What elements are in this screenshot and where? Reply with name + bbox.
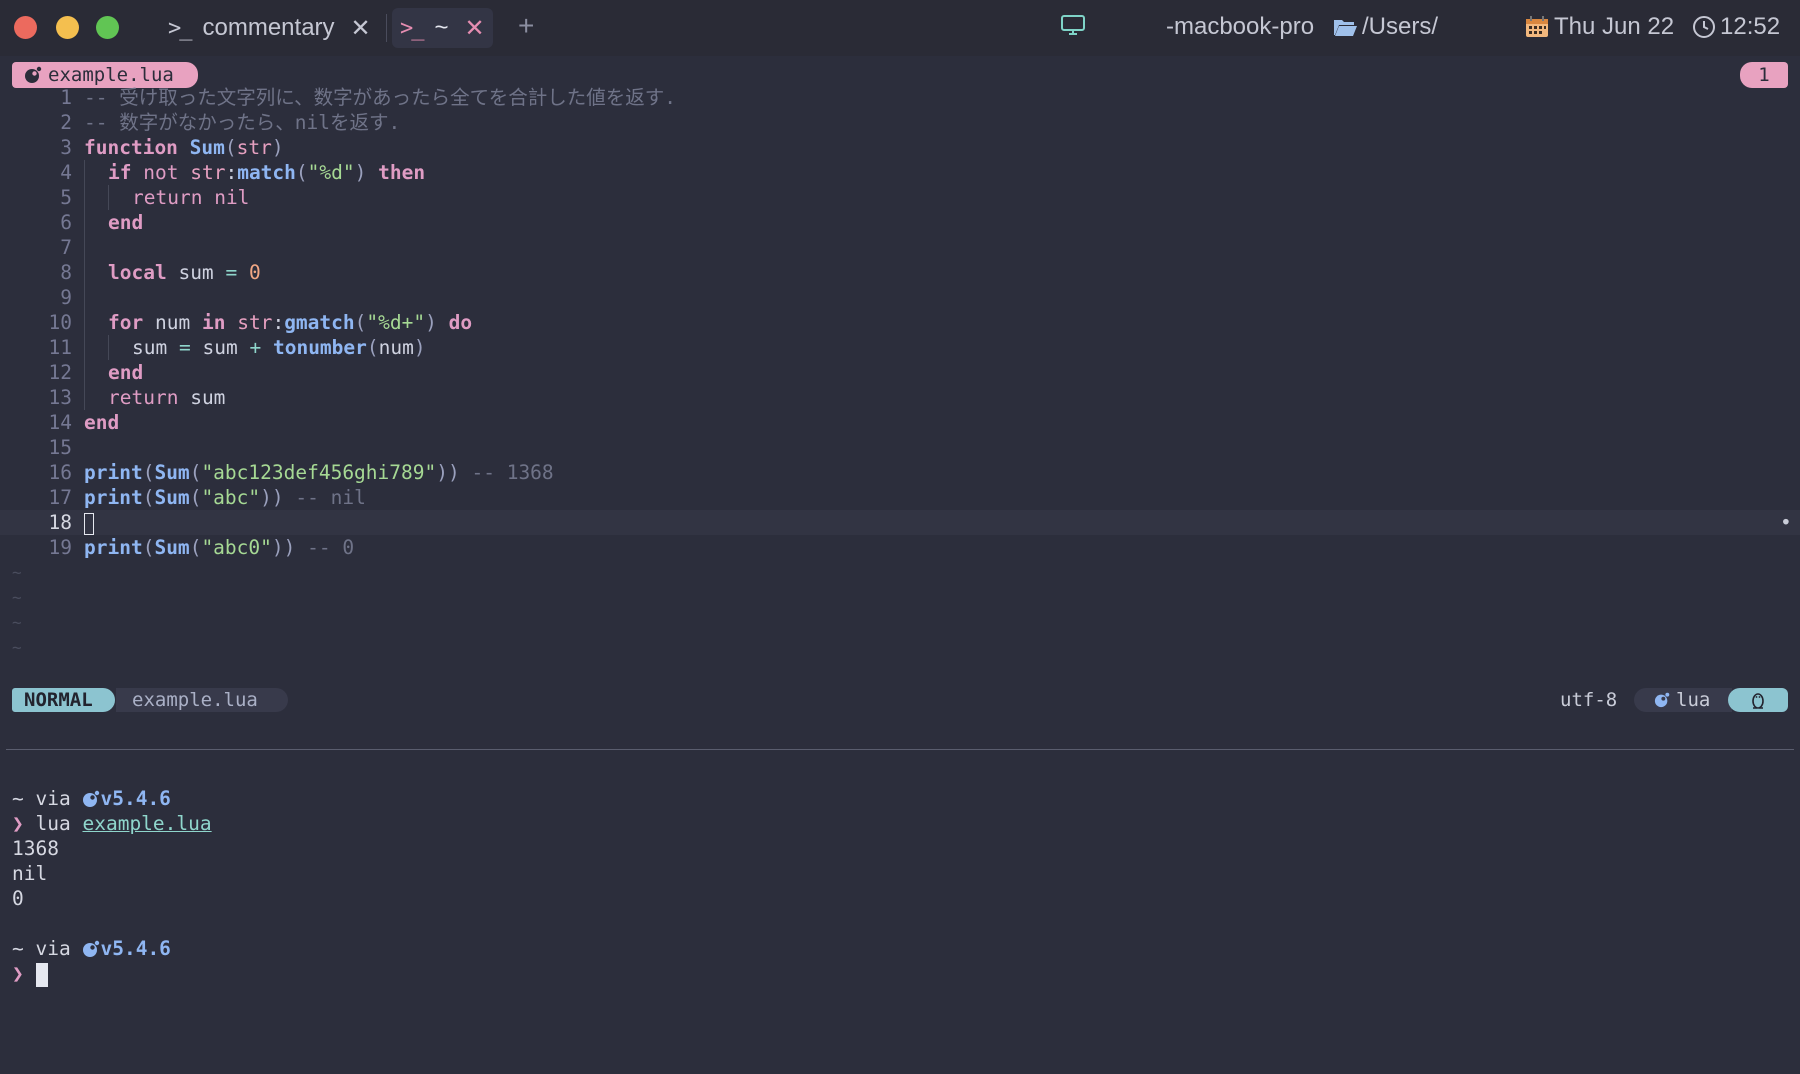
shell-pane[interactable]: ~ via v5.4.6 ❯ lua example.lua 1368 nil … (12, 786, 212, 987)
command-arg-link[interactable]: example.lua (82, 812, 211, 835)
code-line: 6 end (60, 210, 144, 235)
status-file-name: example.lua (116, 688, 288, 712)
file-encoding: utf-8 (1560, 689, 1618, 711)
tab-label: commentary (202, 14, 335, 41)
code-line: 2 -- 数字がなかったら、nilを返す. (60, 111, 401, 134)
lua-icon (83, 940, 100, 957)
close-window-button[interactable] (14, 16, 37, 39)
code-line: 17 print(Sum("abc")) -- nil (48, 486, 366, 509)
code-line: 15 (48, 436, 72, 459)
close-tab-icon[interactable]: ✕ (351, 14, 371, 43)
terminal-cursor (35, 962, 48, 987)
code-line: 11 sum = sum + tonumber(num) (48, 335, 426, 360)
code-editor[interactable]: 1 -- 受け取った文字列に、数字があったら全てを合計した値を返す. 2 -- 数字… (0, 85, 1800, 660)
editor-cursor (84, 512, 94, 535)
code-line: 4 if not str:match("%d") then (60, 160, 426, 185)
code-line: 13 return sum (48, 385, 226, 410)
monitor-icon (1060, 13, 1086, 37)
pane-divider[interactable] (6, 749, 1794, 750)
lua-icon (83, 790, 100, 807)
host-name: -macbook-pro (1166, 13, 1315, 40)
lua-icon (1654, 692, 1670, 708)
code-line: 8 local sum = 0 (60, 260, 261, 285)
status-line: NORMAL example.lua utf-8 lua (0, 686, 1800, 714)
terminal-prompt-icon: >_ (400, 15, 424, 41)
tab-commentary[interactable]: >_ commentary ✕ (168, 8, 371, 48)
empty-line-marker: ~ (12, 638, 22, 657)
terminal-window: >_ commentary ✕ >_ ~ ✕ + -macbook-pro /U… (0, 0, 1800, 1074)
tab-divider (386, 14, 387, 42)
scroll-indicator: • (1780, 511, 1792, 534)
file-type: lua (1634, 688, 1732, 712)
date-display: Thu Jun 22 (1524, 13, 1674, 41)
empty-line-marker: ~ (12, 588, 22, 607)
lua-icon (25, 66, 42, 83)
shell-blank-line (12, 911, 212, 936)
tab-home[interactable]: >_ ~ ✕ (392, 8, 493, 48)
shell-input-line[interactable]: ❯ (12, 961, 212, 987)
empty-line-marker: ~ (12, 613, 22, 632)
code-line: 12 end (48, 360, 144, 385)
clock-icon (1693, 16, 1715, 38)
tab-label: ~ (434, 14, 449, 41)
tux-icon (1728, 688, 1788, 712)
close-tab-icon[interactable]: ✕ (465, 14, 485, 43)
zoom-window-button[interactable] (96, 16, 119, 39)
code-line: 10 for num in str:gmatch("%d+") do (48, 310, 473, 335)
code-line: 19 print(Sum("abc0")) -- 0 (48, 536, 355, 559)
shell-output-line: 1368 (12, 837, 59, 860)
code-line: 14 end (48, 411, 120, 434)
vim-mode-indicator: NORMAL (12, 688, 115, 712)
new-tab-button[interactable]: + (518, 10, 534, 42)
current-code-line[interactable]: 18 • (0, 510, 1800, 535)
code-line: 3 function Sum(str) (60, 136, 284, 159)
shell-command-line: ❯ lua example.lua (12, 812, 212, 835)
shell-prompt-info: ~ via v5.4.6 (12, 937, 171, 960)
code-line: 16 print(Sum("abc123def456ghi789")) -- 13… (48, 461, 554, 484)
calendar-icon (1526, 16, 1548, 37)
folder-path: /Users/ (1332, 13, 1438, 41)
folder-open-icon (1334, 20, 1357, 36)
code-line: 5 return nil (60, 185, 250, 210)
code-line: 1 -- 受け取った文字列に、数字があったら全てを合計した値を返す. (60, 86, 676, 109)
minimize-window-button[interactable] (56, 16, 79, 39)
title-bar: >_ commentary ✕ >_ ~ ✕ + -macbook-pro /U… (0, 0, 1800, 56)
shell-output-line: 0 (12, 887, 24, 910)
code-line: 9 (0, 285, 1800, 310)
terminal-prompt-icon: >_ (168, 15, 192, 41)
empty-line-marker: ~ (12, 563, 22, 582)
time-display: 12:52 (1692, 13, 1780, 41)
shell-prompt-info: ~ via v5.4.6 (12, 787, 171, 810)
code-line: 7 (0, 235, 1800, 260)
shell-output-line: nil (12, 862, 48, 885)
